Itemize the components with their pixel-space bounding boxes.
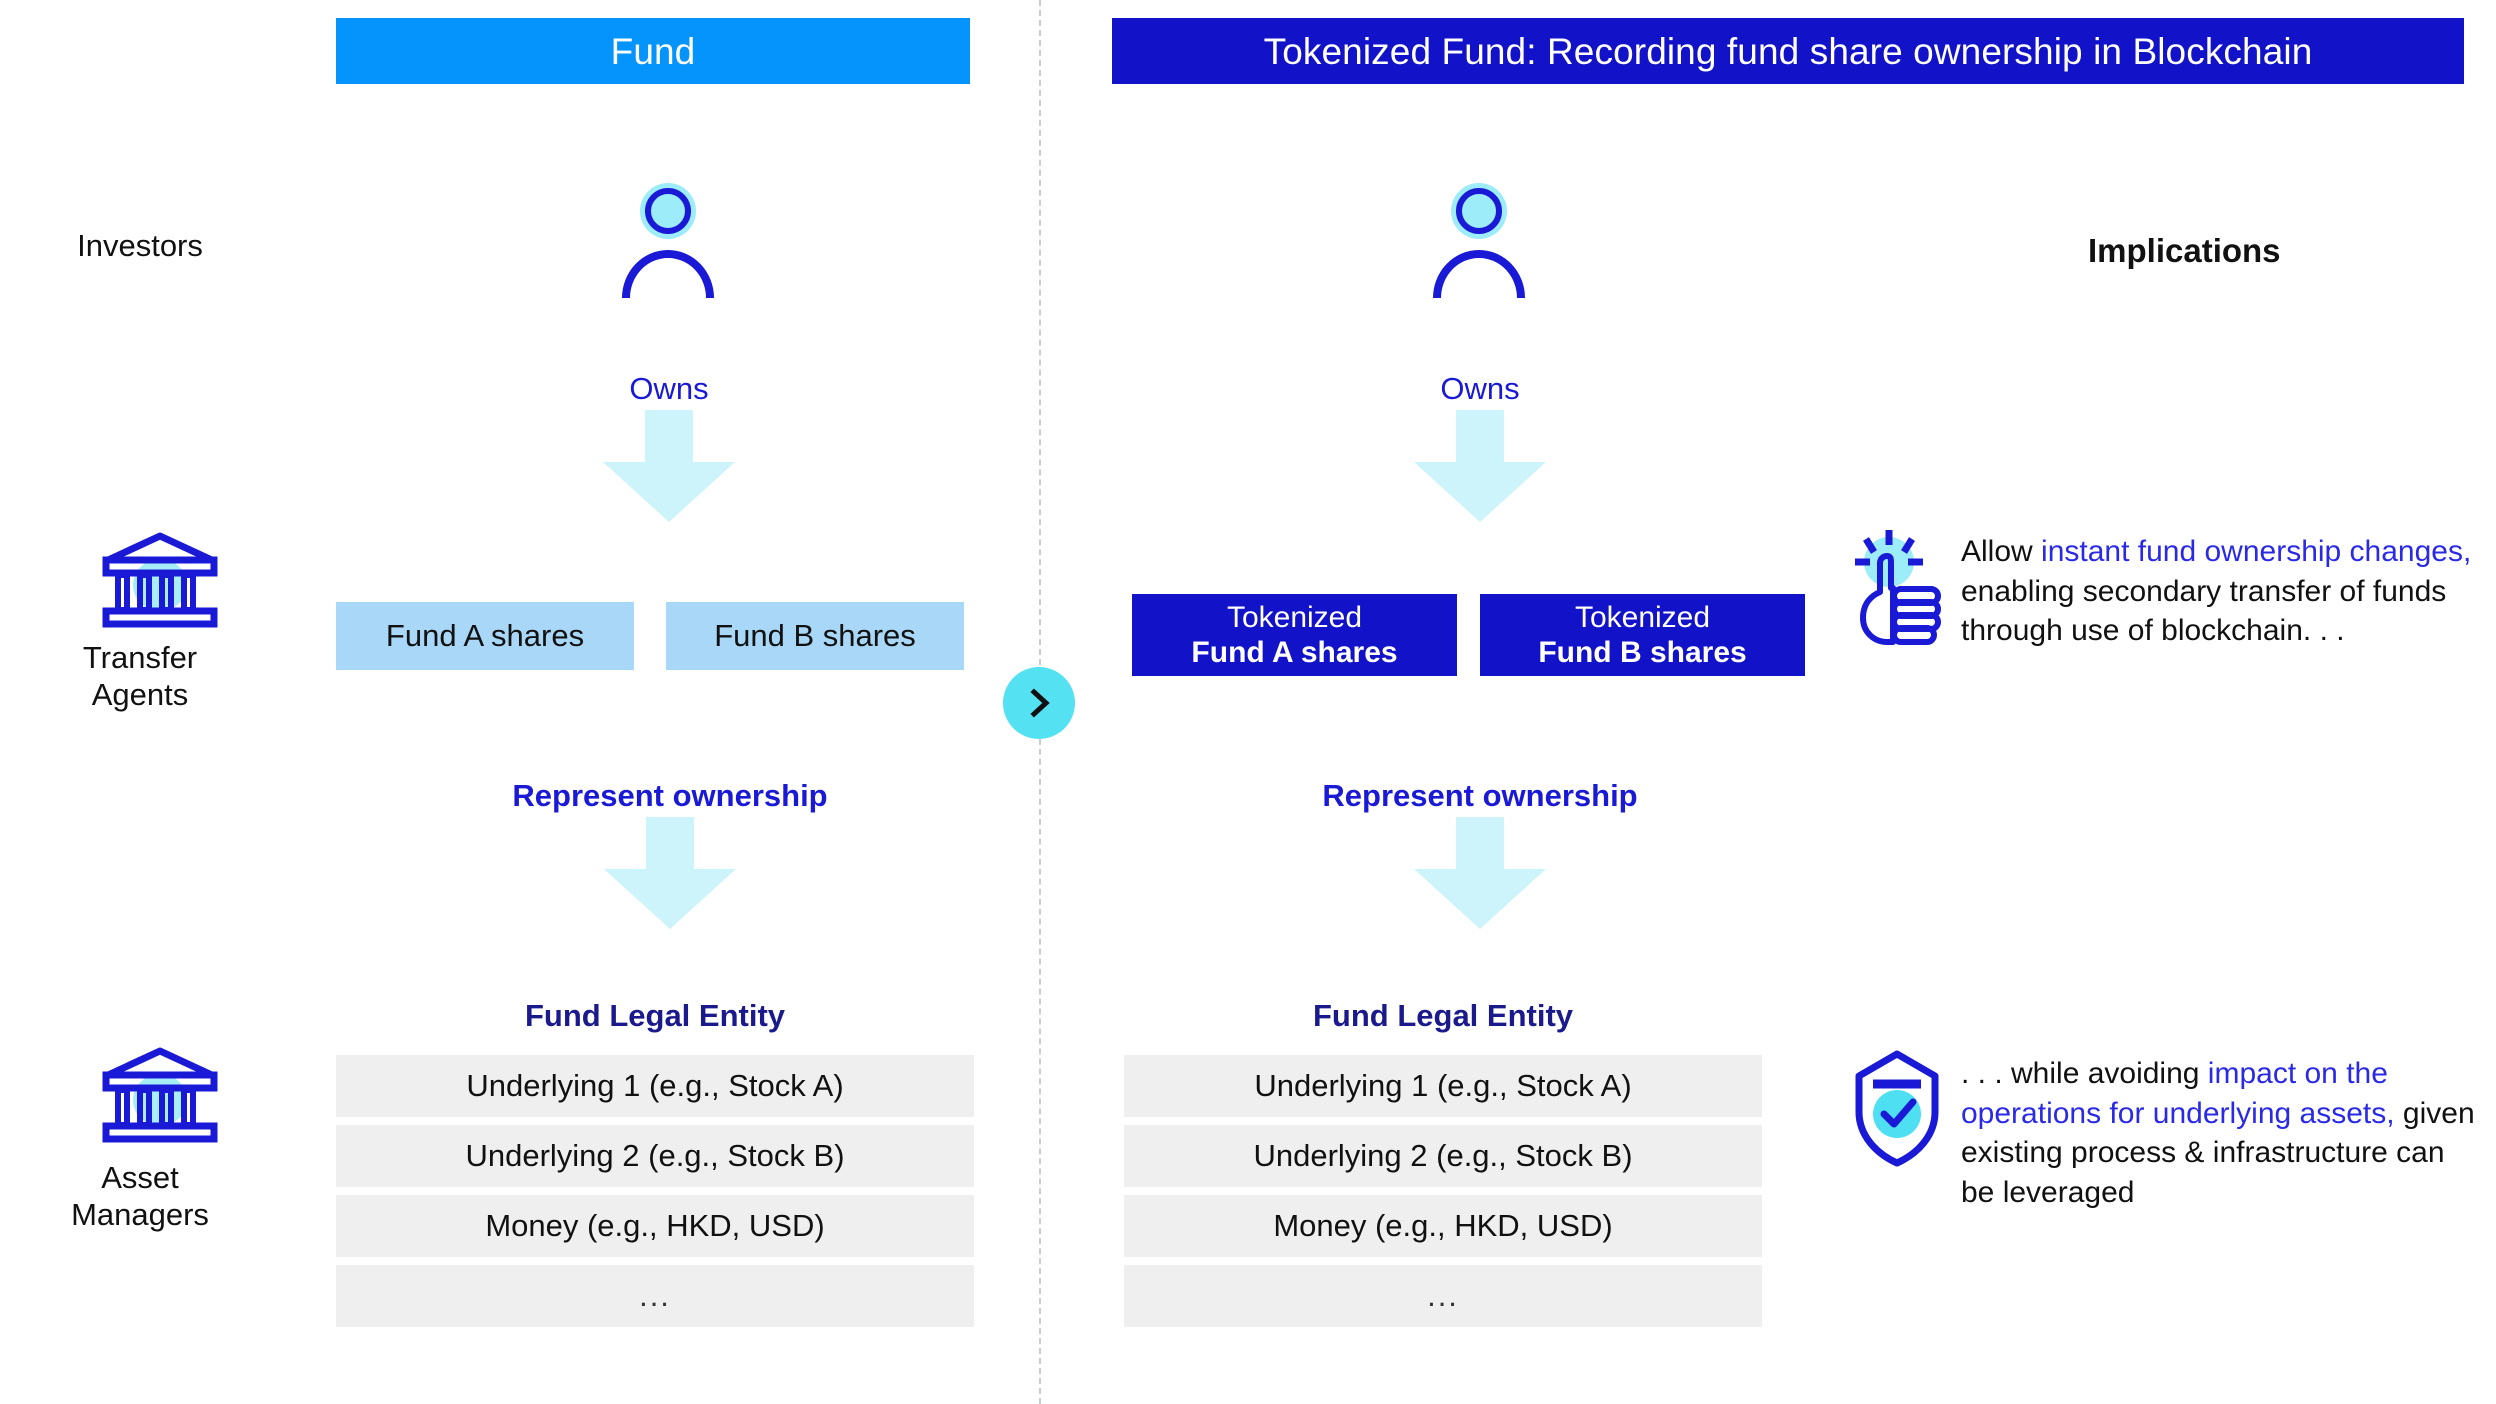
arrow-wrap bbox=[1345, 410, 1615, 522]
tokenized-fund-b-line2: Fund B shares bbox=[1538, 636, 1747, 669]
investor-person-icon-left bbox=[608, 178, 728, 303]
tokenized-fund-b-shares-box[interactable]: Tokenized Fund B shares bbox=[1480, 594, 1805, 676]
connector-owns-left: Owns bbox=[534, 373, 804, 522]
fund-legal-entity-left: Fund Legal Entity Underlying 1 (e.g., St… bbox=[336, 1000, 974, 1335]
bank-icon-transfer-agents bbox=[95, 528, 225, 635]
connector-owns-left-label: Owns bbox=[629, 371, 709, 406]
implication-text-1: Allow instant fund ownership changes, en… bbox=[1961, 528, 2483, 651]
arrow-wrap bbox=[534, 410, 804, 522]
stage-label-investors: Investors bbox=[25, 228, 255, 265]
table-row: Underlying 2 (e.g., Stock B) bbox=[1124, 1125, 1762, 1187]
down-arrow-icon bbox=[603, 410, 735, 522]
stage-label-asset-line2: Managers bbox=[71, 1196, 209, 1232]
tokenized-fund-a-line1: Tokenized bbox=[1226, 600, 1363, 634]
tokenized-fund-b-line1: Tokenized bbox=[1574, 600, 1711, 634]
table-row: ... bbox=[1124, 1265, 1762, 1327]
fund-b-shares-label: Fund B shares bbox=[714, 618, 916, 653]
stage-label-investors-text: Investors bbox=[77, 228, 203, 263]
table-row: Underlying 1 (e.g., Stock A) bbox=[1124, 1055, 1762, 1117]
thumbs-up-idea-icon bbox=[1853, 528, 1961, 651]
arrow-wrap bbox=[1240, 817, 1720, 929]
chevron-right-icon bbox=[1030, 688, 1050, 718]
bank-icon-asset-managers bbox=[95, 1043, 225, 1150]
fund-banner-label: Fund bbox=[610, 30, 696, 72]
implications-heading-text: Implications bbox=[2088, 232, 2281, 269]
investor-person-icon-right bbox=[1419, 178, 1539, 303]
tokenized-fund-a-line2: Fund A shares bbox=[1191, 636, 1398, 669]
chevron-right-badge[interactable] bbox=[1003, 667, 1075, 739]
connector-represent-ownership-left: Represent ownership bbox=[430, 780, 910, 929]
table-row: Money (e.g., HKD, USD) bbox=[1124, 1195, 1762, 1257]
implication-item-1: Allow instant fund ownership changes, en… bbox=[1853, 528, 2483, 651]
connector-owns-right: Owns bbox=[1345, 373, 1615, 522]
fund-legal-entity-right: Fund Legal Entity Underlying 1 (e.g., St… bbox=[1124, 1000, 1762, 1335]
stage-label-asset-managers: Asset Managers bbox=[25, 1160, 255, 1233]
fund-banner: Fund bbox=[336, 18, 970, 84]
implication-1-seg-0: Allow bbox=[1961, 535, 2042, 568]
fund-a-shares-box[interactable]: Fund A shares bbox=[336, 602, 634, 670]
implication-1-seg-1: instant fund ownership changes, bbox=[2041, 535, 2472, 568]
stage-label-transfer-agents: Transfer Agents bbox=[25, 640, 255, 713]
tokenized-fund-a-shares-box[interactable]: Tokenized Fund A shares bbox=[1132, 594, 1457, 676]
connector-owns-right-label: Owns bbox=[1440, 371, 1520, 406]
fund-a-shares-label: Fund A shares bbox=[385, 618, 585, 653]
fund-legal-entity-title-right: Fund Legal Entity bbox=[1312, 998, 1574, 1033]
table-row: Underlying 1 (e.g., Stock A) bbox=[336, 1055, 974, 1117]
table-row: Underlying 2 (e.g., Stock B) bbox=[336, 1125, 974, 1187]
arrow-wrap bbox=[430, 817, 910, 929]
connector-represent-ownership-right: Represent ownership bbox=[1240, 780, 1720, 929]
down-arrow-icon bbox=[1414, 817, 1546, 929]
connector-represent-ownership-left-label: Represent ownership bbox=[512, 778, 828, 813]
tokenized-fund-banner: Tokenized Fund: Recording fund share own… bbox=[1112, 18, 2464, 84]
down-arrow-icon bbox=[1414, 410, 1546, 522]
table-row: ... bbox=[336, 1265, 974, 1327]
implication-item-2: . . . while avoiding impact on the opera… bbox=[1853, 1050, 2483, 1212]
tokenized-fund-banner-label: Tokenized Fund: Recording fund share own… bbox=[1263, 30, 2313, 72]
stage-label-transfer-line1: Transfer bbox=[82, 640, 198, 675]
implication-1-seg-2: enabling secondary transfer of funds thr… bbox=[1961, 574, 2447, 648]
stage-label-transfer-line2: Agents bbox=[91, 676, 189, 712]
implication-text-2: . . . while avoiding impact on the opera… bbox=[1961, 1050, 2483, 1212]
implication-2-seg-0: . . . while avoiding bbox=[1961, 1057, 2208, 1090]
shield-check-icon bbox=[1853, 1050, 1961, 1173]
implications-heading: Implications bbox=[2088, 232, 2281, 270]
fund-b-shares-box[interactable]: Fund B shares bbox=[666, 602, 964, 670]
table-row: Money (e.g., HKD, USD) bbox=[336, 1195, 974, 1257]
stage-label-asset-line1: Asset bbox=[101, 1160, 179, 1195]
connector-represent-ownership-right-label: Represent ownership bbox=[1322, 778, 1638, 813]
fund-legal-entity-title-left: Fund Legal Entity bbox=[524, 998, 786, 1033]
down-arrow-icon bbox=[604, 817, 736, 929]
